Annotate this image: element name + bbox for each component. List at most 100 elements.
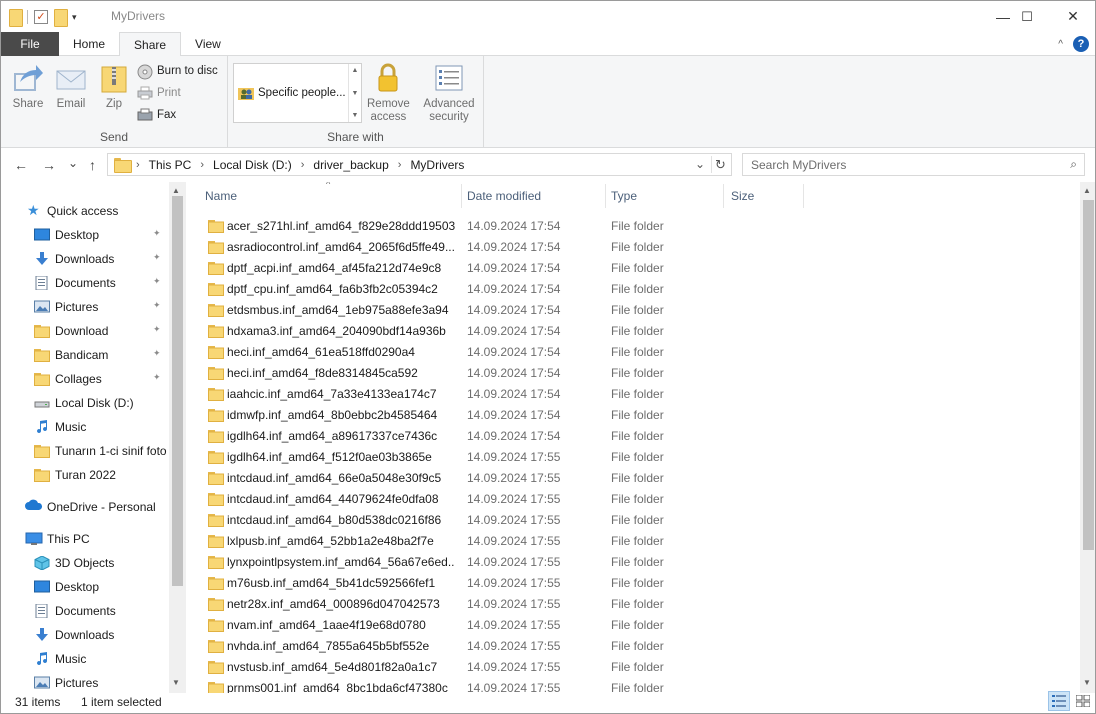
forward-button[interactable]: →: [42, 157, 56, 173]
file-row[interactable]: acer_s271hl.inf_amd64_f829e28ddd19503b 14…: [186, 215, 1080, 236]
file-row[interactable]: intcdaud.inf_amd64_66e0a5048e30f9c5 14.09…: [186, 467, 1080, 488]
breadcrumb-this-pc[interactable]: This PC: [149, 158, 192, 172]
file-row[interactable]: heci.inf_amd64_f8de8314845ca592 14.09.202…: [186, 362, 1080, 383]
details-view-button[interactable]: [1048, 691, 1070, 711]
gallery-more-icon[interactable]: ▼: [352, 112, 359, 119]
sidebar-item-desktop[interactable]: Desktop ✦: [1, 223, 171, 247]
sidebar-item-pc-documents[interactable]: Documents: [1, 599, 171, 623]
close-button[interactable]: ✕: [1050, 1, 1095, 32]
tab-file[interactable]: File: [1, 32, 59, 56]
file-row[interactable]: nvstusb.inf_amd64_5e4d801f82a0a1c7 14.09.…: [186, 656, 1080, 677]
back-button[interactable]: ←: [14, 157, 28, 173]
pin-icon[interactable]: ✦: [153, 228, 161, 239]
sidebar-item-pc-3d-objects[interactable]: 3D Objects: [1, 551, 171, 575]
fax-button[interactable]: Fax: [137, 105, 176, 125]
file-row[interactable]: iaahcic.inf_amd64_7a33e4133ea174c7 14.09.…: [186, 383, 1080, 404]
sidebar-item-documents[interactable]: Documents ✦: [1, 271, 171, 295]
sidebar-onedrive[interactable]: OneDrive - Personal: [1, 495, 171, 519]
file-row[interactable]: prnms001.inf_amd64_8bc1bda6cf47380c 14.09…: [186, 677, 1080, 693]
column-header-size[interactable]: Size: [723, 182, 803, 209]
qat-customize-dropdown[interactable]: ▾: [72, 12, 77, 23]
scroll-up-icon[interactable]: ▲: [172, 186, 180, 195]
burn-to-disc-button[interactable]: Burn to disc: [137, 61, 218, 81]
tab-view[interactable]: View: [181, 32, 235, 56]
sidebar-item-collages[interactable]: Collages ✦: [1, 367, 171, 391]
search-icon[interactable]: ⌕: [1070, 157, 1077, 172]
file-row[interactable]: asradiocontrol.inf_amd64_2065f6d5ffe49..…: [186, 236, 1080, 257]
sidebar-item-music[interactable]: Music: [1, 415, 171, 439]
zip-button[interactable]: Zip: [98, 62, 130, 111]
share-button[interactable]: Share: [12, 62, 44, 111]
breadcrumb-local-disk[interactable]: Local Disk (D:): [213, 158, 292, 172]
recent-locations-button[interactable]: ⌄: [68, 156, 78, 170]
sidebar-this-pc[interactable]: This PC: [1, 527, 171, 551]
pin-icon[interactable]: ✦: [153, 300, 161, 311]
gallery-down-icon[interactable]: ▼: [352, 90, 359, 97]
email-button[interactable]: Email: [55, 62, 87, 111]
file-row[interactable]: intcdaud.inf_amd64_44079624fe0dfa08 14.09…: [186, 488, 1080, 509]
pin-icon[interactable]: ✦: [153, 276, 161, 287]
sidebar-item-pictures[interactable]: Pictures ✦: [1, 295, 171, 319]
address-dropdown-icon[interactable]: ⌄: [695, 157, 705, 171]
file-list-scrollbar[interactable]: ▲ ▼: [1080, 182, 1095, 693]
breadcrumb-driver-backup[interactable]: driver_backup: [313, 158, 388, 172]
new-folder-icon[interactable]: [54, 9, 68, 27]
remove-access-button[interactable]: Remove access: [367, 62, 410, 124]
sidebar-item-bandicam[interactable]: Bandicam ✦: [1, 343, 171, 367]
tab-share[interactable]: Share: [119, 32, 182, 57]
sidebar-item-tunar-n-1-ci-sinif-foto[interactable]: Tunarın 1-ci sinif foto: [1, 439, 171, 463]
file-row[interactable]: hdxama3.inf_amd64_204090bdf14a936b 14.09.…: [186, 320, 1080, 341]
file-row[interactable]: dptf_acpi.inf_amd64_af45fa212d74e9c8 14.0…: [186, 257, 1080, 278]
scroll-down-icon[interactable]: ▼: [1083, 678, 1091, 687]
breadcrumb-mydrivers[interactable]: MyDrivers: [410, 158, 464, 172]
nav-scroll-thumb[interactable]: [172, 196, 183, 586]
search-input[interactable]: Search MyDrivers ⌕: [742, 153, 1085, 176]
sidebar-item-local-disk-d[interactable]: Local Disk (D:): [1, 391, 171, 415]
sidebar-item-pc-downloads[interactable]: Downloads: [1, 623, 171, 647]
column-header-type[interactable]: Type: [605, 182, 723, 209]
nav-pane-scrollbar[interactable]: ▲ ▼: [169, 182, 186, 693]
file-row[interactable]: igdlh64.inf_amd64_a89617337ce7436c 14.09.…: [186, 425, 1080, 446]
help-icon[interactable]: ?: [1073, 36, 1089, 52]
file-row[interactable]: intcdaud.inf_amd64_b80d538dc0216f86 14.09…: [186, 509, 1080, 530]
properties-check-icon[interactable]: ✓: [34, 10, 48, 24]
sidebar-item-pc-music[interactable]: Music: [1, 647, 171, 671]
refresh-button[interactable]: ↻: [711, 156, 729, 173]
file-row[interactable]: nvam.inf_amd64_1aae4f19e68d0780 14.09.202…: [186, 614, 1080, 635]
file-row[interactable]: nvhda.inf_amd64_7855a645b5bf552e 14.09.20…: [186, 635, 1080, 656]
sidebar-item-pc-pictures[interactable]: Pictures: [1, 671, 171, 693]
file-scroll-thumb[interactable]: [1083, 200, 1094, 550]
file-row[interactable]: igdlh64.inf_amd64_f512f0ae03b3865e 14.09.…: [186, 446, 1080, 467]
file-row[interactable]: netr28x.inf_amd64_000896d047042573 14.09.…: [186, 593, 1080, 614]
file-row[interactable]: m76usb.inf_amd64_5b41dc592566fef1 14.09.2…: [186, 572, 1080, 593]
sidebar-quick-access[interactable]: ★ Quick access: [1, 199, 171, 223]
address-bar[interactable]: › This PC › Local Disk (D:) › driver_bac…: [107, 153, 732, 176]
sidebar-item-turan-2022[interactable]: Turan 2022: [1, 463, 171, 487]
pin-icon[interactable]: ✦: [153, 324, 161, 335]
file-row[interactable]: etdsmbus.inf_amd64_1eb975a88efe3a94 14.09…: [186, 299, 1080, 320]
file-row[interactable]: lynxpointlpsystem.inf_amd64_56a67e6ed...…: [186, 551, 1080, 572]
crumb-separator[interactable]: ›: [136, 159, 140, 171]
gallery-scroll[interactable]: ▲ ▼ ▼: [348, 64, 361, 122]
large-icons-view-button[interactable]: [1072, 691, 1094, 711]
scroll-down-icon[interactable]: ▼: [172, 678, 180, 687]
sidebar-item-download[interactable]: Download ✦: [1, 319, 171, 343]
file-row[interactable]: idmwfp.inf_amd64_8b0ebbc2b4585464 14.09.2…: [186, 404, 1080, 425]
share-with-gallery[interactable]: Specific people... ▲ ▼ ▼: [233, 63, 362, 123]
file-row[interactable]: heci.inf_amd64_61ea518ffd0290a4 14.09.202…: [186, 341, 1080, 362]
file-row[interactable]: lxlpusb.inf_amd64_52bb1a2e48ba2f7e 14.09.…: [186, 530, 1080, 551]
pin-icon[interactable]: ✦: [153, 252, 161, 263]
maximize-button[interactable]: ☐: [1004, 1, 1050, 32]
specific-people-item[interactable]: Specific people...: [238, 86, 346, 100]
crumb-separator[interactable]: ›: [200, 159, 204, 171]
column-header-name[interactable]: Name ^: [186, 182, 461, 209]
scroll-up-icon[interactable]: ▲: [1083, 186, 1091, 195]
file-row[interactable]: dptf_cpu.inf_amd64_fa6b3fb2c05394c2 14.09…: [186, 278, 1080, 299]
crumb-separator[interactable]: ›: [398, 159, 402, 171]
crumb-separator[interactable]: ›: [301, 159, 305, 171]
tab-home[interactable]: Home: [59, 32, 119, 56]
print-button[interactable]: Print: [137, 83, 181, 103]
pin-icon[interactable]: ✦: [153, 348, 161, 359]
gallery-up-icon[interactable]: ▲: [352, 67, 359, 74]
sidebar-item-pc-desktop[interactable]: Desktop: [1, 575, 171, 599]
